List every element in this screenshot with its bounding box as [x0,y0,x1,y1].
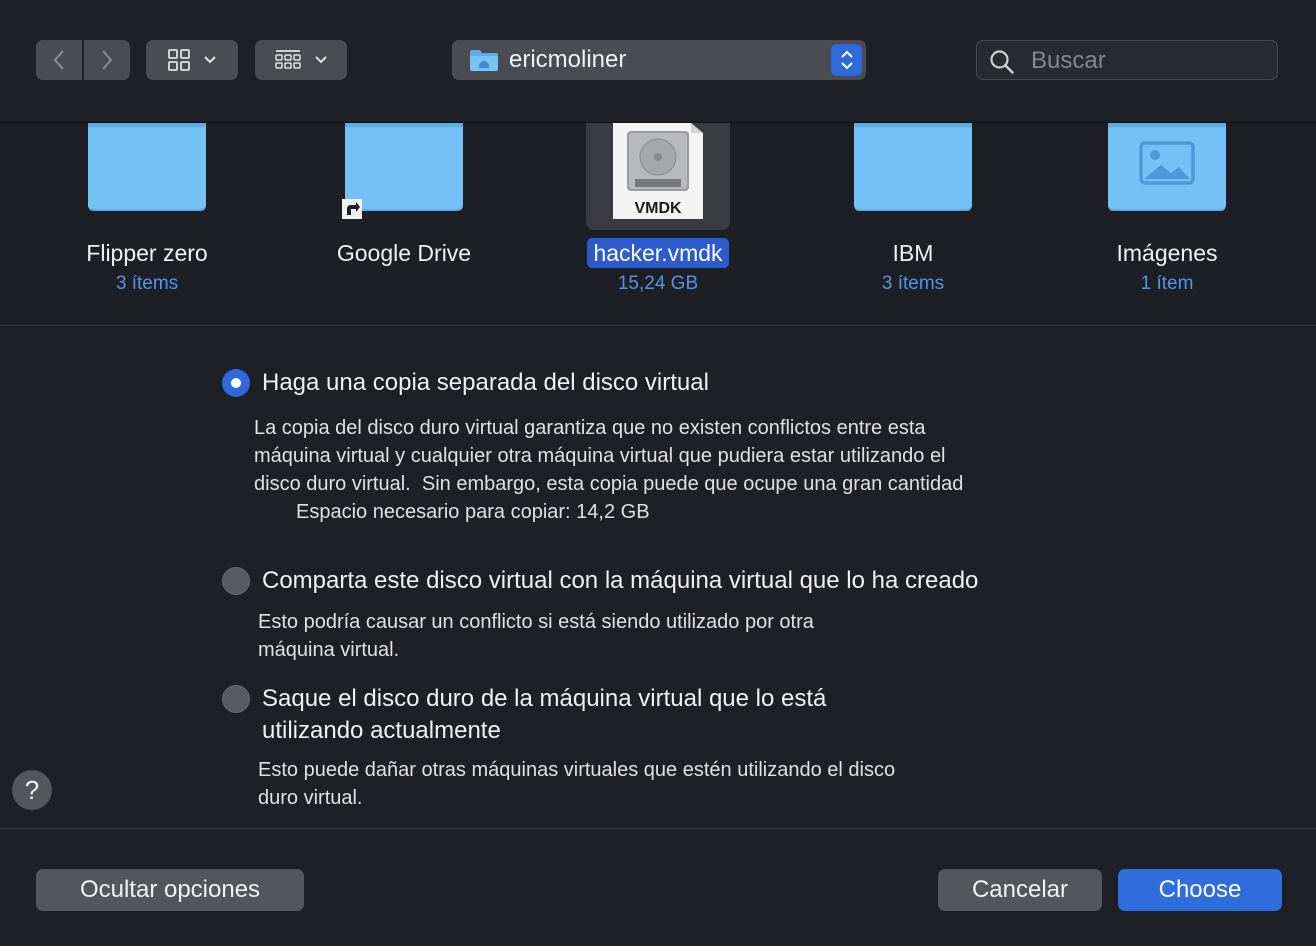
option-copy-label[interactable]: Haga una copia separada del disco virtua… [262,367,709,399]
location-label: ericmoliner [509,46,627,73]
file-item-imagenes[interactable]: Imágenes 1 ítem [1052,123,1282,323]
forward-button[interactable] [84,40,130,80]
back-button[interactable] [36,40,82,80]
file-name: hacker.vmdk [587,238,729,268]
option-remove-label-line1[interactable]: Saque el disco duro de la máquina virtua… [262,683,826,715]
search-placeholder: Buscar [1031,47,1106,74]
file-item-flipper-zero[interactable]: Flipper zero 3 ítems [32,123,262,323]
file-info: 15,24 GB [617,273,699,294]
chevron-right-icon [102,50,113,70]
file-name: Imágenes [1116,240,1218,266]
choose-button[interactable]: Choose [1118,869,1282,911]
chevron-down-icon [315,56,327,64]
radio-copy-disk[interactable] [222,369,250,397]
file-item-ibm[interactable]: IBM 3 ítems [798,123,1028,323]
view-mode-button[interactable] [146,40,238,80]
file-name: Google Drive [336,240,472,266]
group-mode-button[interactable] [255,40,347,80]
file-info: 3 ítems [881,273,945,294]
toolbar: ericmoliner Buscar [0,0,1316,123]
chevron-left-icon [53,50,64,70]
up-down-chevron-icon [840,50,853,70]
hide-options-button[interactable]: Ocultar opciones [36,869,304,911]
virtual-disk-icon: VMDK [613,123,703,219]
file-item-hacker-vmdk[interactable]: VMDK hacker.vmdk 15,24 GB [543,123,773,323]
disk-options: Haga una copia separada del disco virtua… [0,326,1316,829]
option-remove-label-line2[interactable]: utilizando actualmente [262,715,501,747]
location-popup[interactable]: ericmoliner [452,40,866,80]
option-share-description: Esto podría causar un conflicto si está … [258,611,814,661]
vmdk-badge: VMDK [634,200,682,217]
file-item-google-drive[interactable]: Google Drive [289,123,519,323]
radio-remove-disk[interactable] [222,685,250,713]
option-copy-description: La copia del disco duro virtual garantiz… [254,417,964,495]
file-name: IBM [892,240,934,266]
search-icon [990,50,1014,74]
option-share-label[interactable]: Comparta este disco virtual con la máqui… [262,565,978,597]
home-folder-icon [470,50,498,71]
location-stepper[interactable] [831,44,862,76]
option-remove-description: Esto puede dañar otras máquinas virtuale… [258,759,896,809]
folder-icon [854,123,972,211]
chevron-down-icon [204,56,216,64]
file-chooser-dialog: ericmoliner Buscar Flipper zero 3 ítems … [0,0,1316,946]
cancel-button[interactable]: Cancelar [938,869,1102,911]
group-view-icon [275,50,301,69]
file-browser: Flipper zero 3 ítems Google Drive VMDK h… [0,123,1316,326]
option-copy-space: Espacio necesario para copiar: 14,2 GB [296,501,650,523]
folder-alias-icon [342,123,463,219]
file-name: Flipper zero [86,240,208,266]
radio-share-disk[interactable] [222,567,250,595]
pictures-folder-icon [1108,123,1226,211]
folder-icon [88,123,206,211]
navigation-buttons [36,40,130,80]
help-button[interactable]: ? [12,770,52,810]
file-info: 3 ítems [115,273,179,294]
file-info: 1 ítem [1140,273,1194,294]
grid-view-icon [168,49,190,71]
search-field[interactable]: Buscar [976,40,1278,80]
